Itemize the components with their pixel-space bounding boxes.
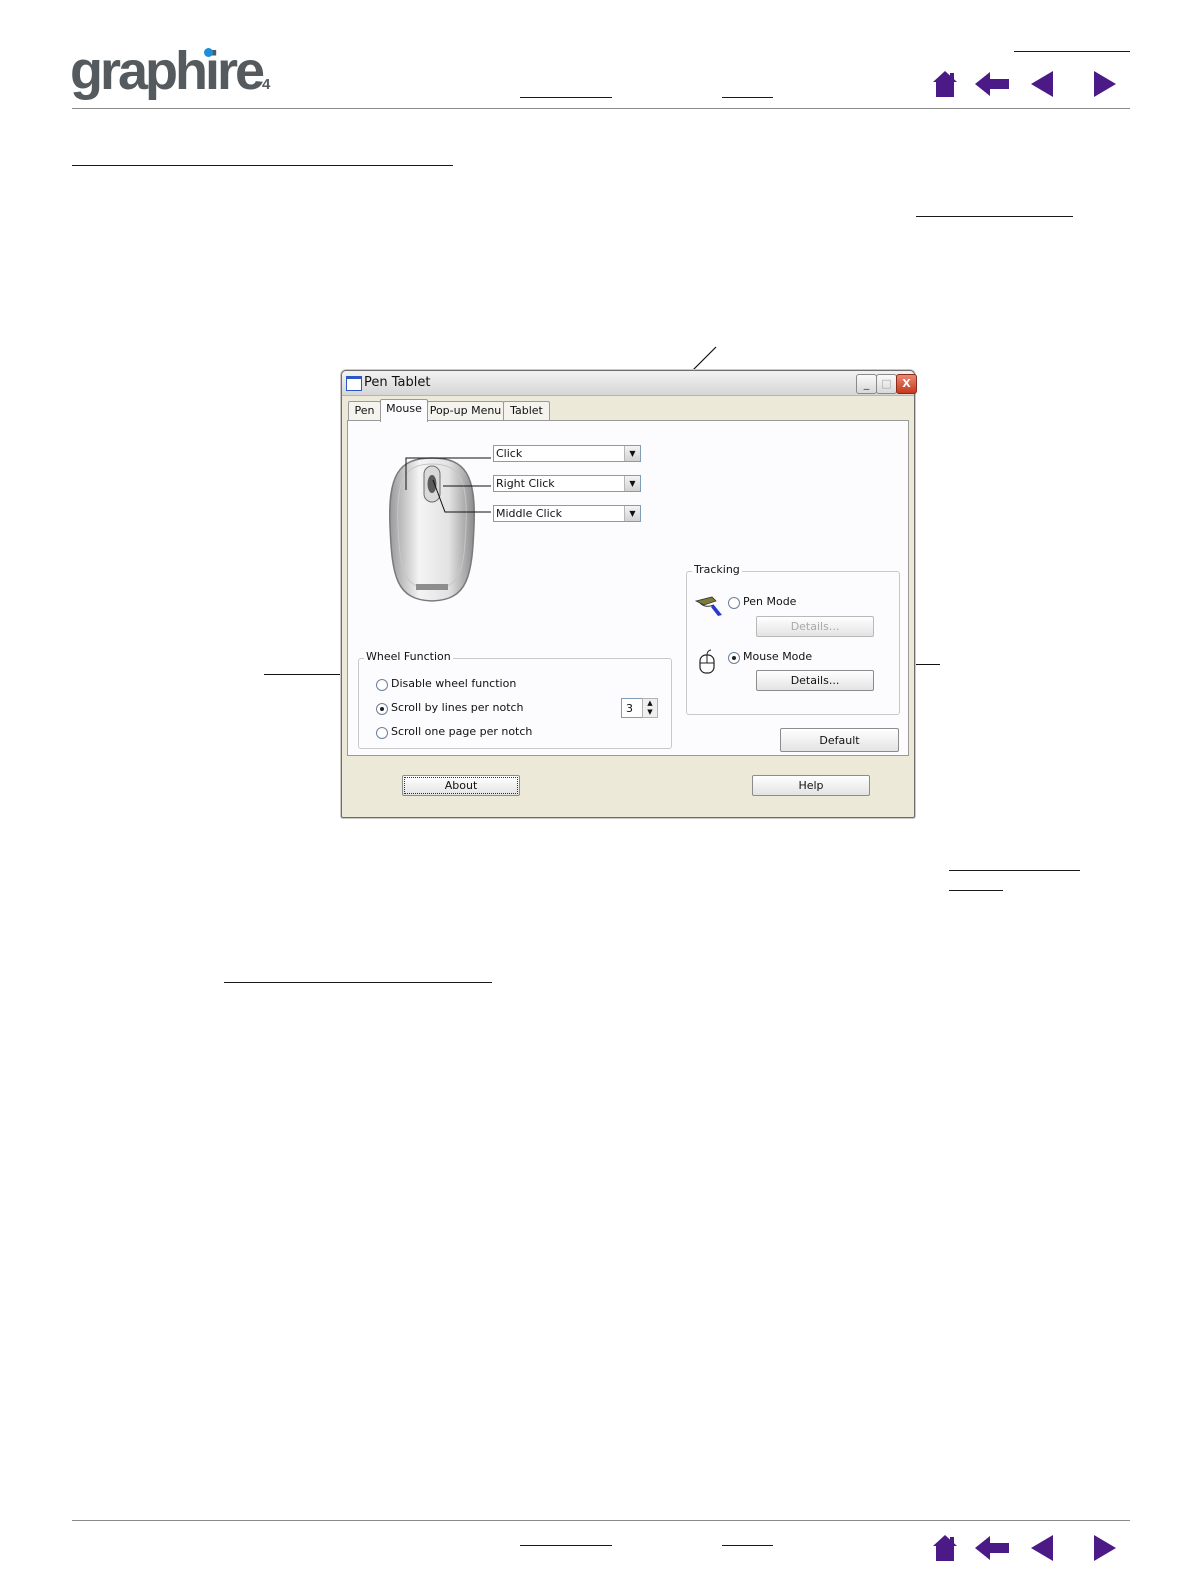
dialog-titlebar[interactable]: Pen Tablet _ □ X bbox=[342, 371, 917, 396]
maximize-button[interactable]: □ bbox=[876, 374, 897, 394]
about-button[interactable]: About bbox=[402, 775, 520, 796]
mouse-mode-details-button[interactable]: Details... bbox=[756, 670, 874, 691]
next-page-icon[interactable] bbox=[1094, 71, 1116, 97]
pen-tablet-dialog: Pen Tablet _ □ X Pen Mouse Pop-up Menu T… bbox=[341, 370, 917, 818]
help-button[interactable]: Help bbox=[752, 775, 870, 796]
paragraph-link-underline-2b[interactable] bbox=[949, 890, 1003, 891]
tracking-title: Tracking bbox=[692, 563, 742, 576]
back-arrow-icon[interactable] bbox=[975, 72, 1009, 96]
wheel-function-title: Wheel Function bbox=[364, 650, 453, 663]
scroll-lines-radio[interactable] bbox=[376, 703, 388, 715]
scroll-lines-label: Scroll by lines per notch bbox=[391, 701, 524, 714]
paragraph-link-underline[interactable] bbox=[916, 216, 1073, 217]
top-right-link-underline[interactable] bbox=[1014, 51, 1130, 52]
button-connector-lines bbox=[405, 457, 491, 513]
footer-link-underline-contents[interactable] bbox=[520, 1545, 612, 1546]
next-page-icon[interactable] bbox=[1094, 1535, 1116, 1561]
back-arrow-icon[interactable] bbox=[975, 1536, 1009, 1560]
default-button[interactable]: Default bbox=[780, 728, 899, 752]
footer-rule bbox=[72, 1520, 1130, 1521]
previous-page-icon[interactable] bbox=[1031, 1535, 1053, 1561]
mouse-tab-panel: Click ▼ Right Click ▼ Middle Click ▼ Whe… bbox=[347, 420, 909, 756]
left-button-select[interactable]: Click ▼ bbox=[493, 445, 641, 462]
pen-mode-radio[interactable] bbox=[728, 597, 740, 609]
pen-mode-details-button[interactable]: Details... bbox=[756, 616, 874, 637]
mouse-mode-icon bbox=[699, 649, 715, 674]
right-button-value: Right Click bbox=[496, 477, 555, 490]
pen-mode-label: Pen Mode bbox=[743, 595, 797, 608]
chevron-down-icon[interactable]: ▼ bbox=[624, 506, 640, 521]
close-button[interactable]: X bbox=[896, 374, 917, 394]
scroll-page-radio[interactable] bbox=[376, 727, 388, 739]
graphire-logo: graphire bbox=[70, 41, 265, 101]
lines-per-notch-input[interactable]: 3 bbox=[621, 698, 643, 718]
dialog-title: Pen Tablet bbox=[364, 375, 431, 390]
chevron-down-icon[interactable]: ▼ bbox=[624, 476, 640, 491]
pen-mode-icon bbox=[694, 596, 722, 616]
tab-popup-menu[interactable]: Pop-up Menu bbox=[427, 401, 504, 421]
right-button-select[interactable]: Right Click ▼ bbox=[493, 475, 641, 492]
logo-superscript: 4 bbox=[262, 76, 271, 93]
paragraph-link-underline-3[interactable] bbox=[224, 982, 492, 983]
header-link-underline-contents[interactable] bbox=[520, 97, 612, 98]
paragraph-link-underline-2a[interactable] bbox=[949, 870, 1080, 871]
disable-wheel-label: Disable wheel function bbox=[391, 677, 517, 690]
footer-link-underline-index[interactable] bbox=[722, 1545, 773, 1546]
chevron-down-icon[interactable]: ▼ bbox=[624, 446, 640, 461]
tab-pen[interactable]: Pen bbox=[348, 401, 381, 421]
tab-mouse[interactable]: Mouse bbox=[380, 399, 428, 422]
middle-button-value: Middle Click bbox=[496, 507, 563, 520]
header-rule bbox=[72, 108, 1130, 109]
disable-wheel-radio[interactable] bbox=[376, 679, 388, 691]
mouse-mode-radio[interactable] bbox=[728, 652, 740, 664]
section-link-underline[interactable] bbox=[72, 165, 453, 166]
lines-stepper[interactable]: ▲ ▼ bbox=[642, 698, 658, 718]
tab-tablet[interactable]: Tablet bbox=[503, 401, 550, 421]
header-link-underline-index[interactable] bbox=[722, 97, 773, 98]
window-icon bbox=[346, 376, 362, 391]
scroll-page-label: Scroll one page per notch bbox=[391, 725, 533, 738]
home-icon[interactable] bbox=[932, 70, 958, 98]
middle-button-select[interactable]: Middle Click ▼ bbox=[493, 505, 641, 522]
previous-page-icon[interactable] bbox=[1031, 71, 1053, 97]
minimize-button[interactable]: _ bbox=[856, 374, 877, 394]
mouse-mode-label: Mouse Mode bbox=[743, 650, 813, 663]
logo-dot bbox=[204, 48, 213, 57]
home-icon[interactable] bbox=[932, 1534, 958, 1562]
left-button-value: Click bbox=[496, 447, 523, 460]
